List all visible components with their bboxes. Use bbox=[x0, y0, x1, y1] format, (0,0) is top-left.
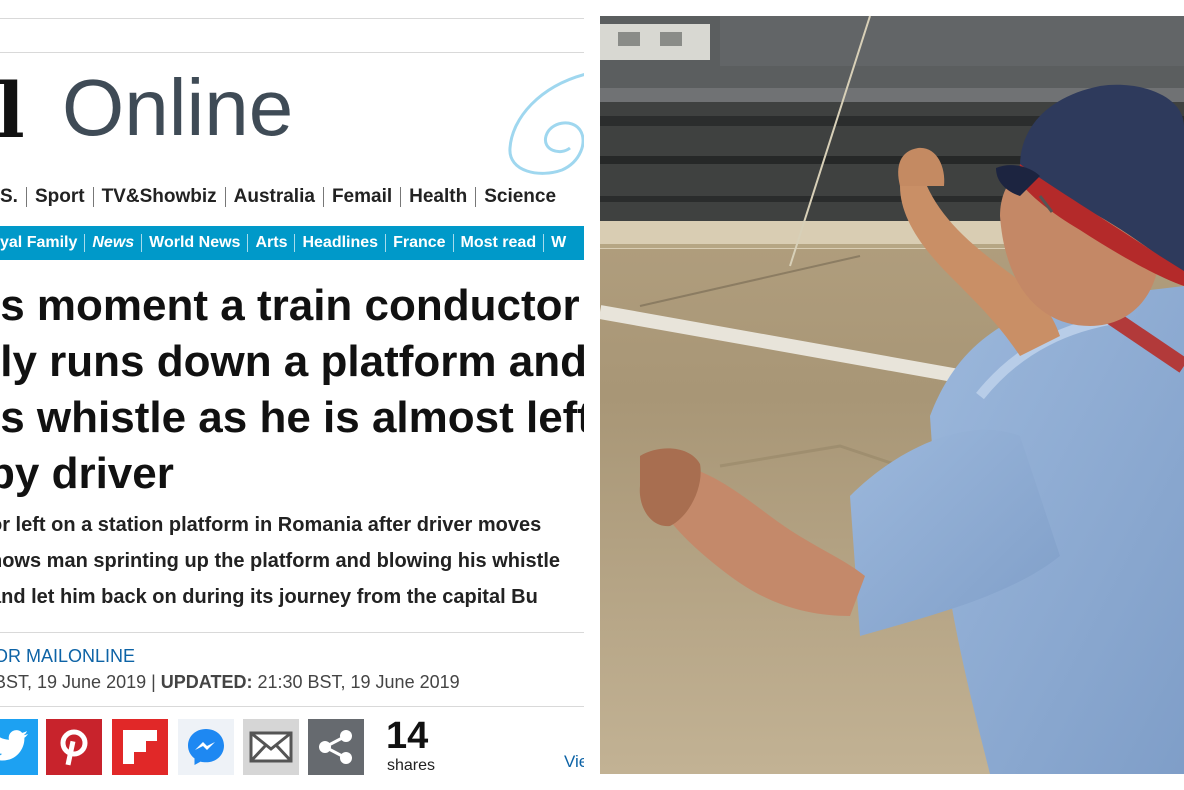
twitter-icon bbox=[0, 730, 28, 761]
updated-date: 21:30 BST, 19 June 2019 bbox=[252, 672, 460, 692]
top-rule bbox=[0, 18, 584, 19]
email-icon bbox=[249, 731, 293, 763]
twitter-share-button[interactable] bbox=[0, 719, 38, 775]
nav-item-science[interactable]: Science bbox=[476, 187, 564, 207]
subnav-item-news[interactable]: News bbox=[85, 234, 143, 252]
share-rule bbox=[0, 706, 584, 707]
nav-item-femail[interactable]: Femail bbox=[324, 187, 402, 207]
primary-nav: S. Sport TV&Showbiz Australia Femail Health Sc… bbox=[0, 186, 584, 218]
summary-bullet: and let him back on during its journey f… bbox=[0, 586, 538, 608]
summary-bullet: hows man sprinting up the platform and b… bbox=[0, 550, 561, 572]
nav-item-health[interactable]: Health bbox=[401, 187, 477, 207]
headline-line: lly runs down a platform and bbox=[0, 337, 584, 386]
article-headline: is moment a train conductor lly runs dow… bbox=[0, 278, 584, 502]
article-dates: BST, 19 June 2019 | UPDATED: 21:30 BST, … bbox=[0, 672, 460, 693]
subnav-item-world-news[interactable]: World News bbox=[142, 234, 249, 252]
summary-bullet: or left on a station platform in Romania… bbox=[0, 514, 542, 536]
more-share-button[interactable] bbox=[308, 719, 364, 775]
nav-item-sport[interactable]: Sport bbox=[27, 187, 94, 207]
subnav-item-arts[interactable]: Arts bbox=[248, 234, 296, 252]
logo-online: Online bbox=[62, 63, 294, 152]
header-rule bbox=[0, 52, 584, 53]
headline-line: is moment a train conductor bbox=[0, 281, 580, 330]
byline-rule bbox=[0, 632, 584, 633]
subnav-item-more[interactable]: W bbox=[544, 234, 573, 252]
pinterest-icon bbox=[60, 729, 88, 766]
flipboard-icon bbox=[123, 730, 157, 764]
flipboard-share-button[interactable] bbox=[112, 719, 168, 775]
updated-label: UPDATED: bbox=[160, 672, 253, 692]
train-conductor-photo bbox=[600, 16, 1184, 774]
subnav-item-headlines[interactable]: Headlines bbox=[295, 234, 387, 252]
nav-item-australia[interactable]: Australia bbox=[226, 187, 324, 207]
decorative-swirl bbox=[508, 73, 584, 175]
share-count-label: shares bbox=[387, 757, 436, 774]
video-still-photo bbox=[600, 16, 1184, 774]
headline-line: is whistle as he is almost left bbox=[0, 393, 584, 442]
subnav-item-royal-family[interactable]: yal Family bbox=[0, 234, 86, 252]
subnav-item-france[interactable]: France bbox=[386, 234, 454, 252]
headline-line: by driver bbox=[0, 449, 174, 498]
published-date: BST, 19 June 2019 | bbox=[0, 672, 161, 692]
nav-item-tvshowbiz[interactable]: TV&Showbiz bbox=[94, 187, 226, 207]
view-comments-link[interactable]: Vie bbox=[564, 752, 584, 772]
share-icon bbox=[319, 730, 352, 764]
article-screenshot: il Online S.SportTV&ShowbizAustraliaFema… bbox=[0, 0, 584, 790]
secondary-nav: yal Family News World News Arts Headlines Fra… bbox=[0, 226, 584, 260]
messenger-share-button[interactable] bbox=[178, 719, 234, 775]
email-share-button[interactable] bbox=[243, 719, 299, 775]
subnav-item-most-read[interactable]: Most read bbox=[454, 234, 545, 252]
pinterest-share-button[interactable] bbox=[46, 719, 102, 775]
messenger-icon bbox=[188, 729, 224, 765]
share-count: 14 bbox=[386, 715, 429, 757]
author-byline[interactable]: OR MAILONLINE bbox=[0, 646, 135, 667]
nav-item[interactable]: S. bbox=[0, 187, 27, 207]
logo-mark: il bbox=[0, 66, 25, 155]
